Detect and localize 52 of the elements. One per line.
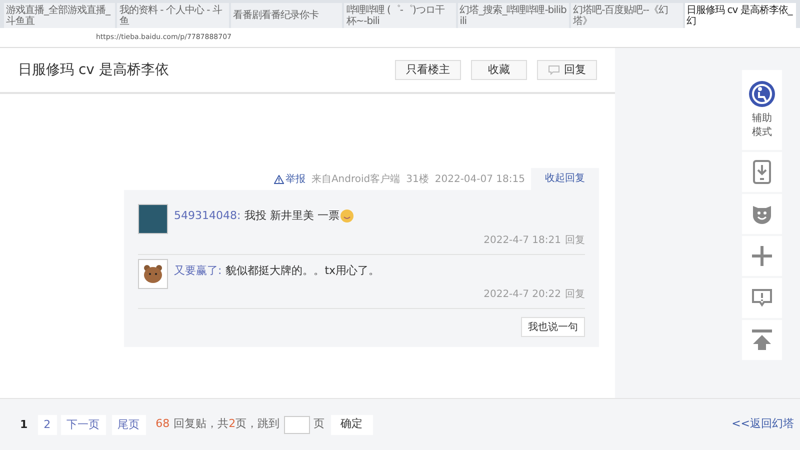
sidebar-tool-button[interactable] [742, 278, 782, 318]
plus-icon [751, 245, 773, 267]
sidebar-tool-button[interactable] [742, 236, 782, 276]
bear-avatar-icon [138, 258, 168, 288]
browser-tab[interactable]: 看番剧看番纪录你卡 [230, 3, 342, 28]
thread-action-button[interactable]: 收藏 [471, 60, 527, 80]
add-comment-button[interactable]: 我也说一句 [521, 317, 585, 337]
back-to-forum-link[interactable]: <<返回幻塔 [732, 416, 794, 433]
next-page-link[interactable]: 下一页 [60, 414, 106, 434]
confirm-button[interactable]: 确定 [330, 414, 373, 434]
reply-time: 2022-4-7 18:21 [484, 234, 561, 248]
phone-download-icon [752, 160, 772, 184]
post-time: 2022-04-07 18:15 [434, 172, 525, 186]
avatar-placeholder [138, 204, 168, 234]
sidebar-tool-button[interactable] [742, 194, 782, 234]
jump-label: 页，跳到 [236, 416, 280, 432]
browser-tab[interactable]: 日服修玛 cv 是高桥李依_幻 [684, 3, 796, 28]
feedback-icon [751, 288, 773, 308]
page-input[interactable] [284, 416, 310, 434]
assist-mode-label: 辅助模式 [751, 112, 773, 140]
back-to-top-icon [751, 329, 773, 351]
reply-username[interactable]: 又要赢了: [174, 262, 222, 279]
last-page-link[interactable]: 尾页 [112, 414, 146, 434]
reply-time: 2022-4-7 20:22 [484, 288, 561, 302]
smiley-face-icon [751, 203, 773, 225]
thread-title: 日服修玛 cv 是高桥李依 [18, 60, 170, 80]
post-source: 来自Android客户端 [311, 172, 400, 186]
reply-count: 68 [156, 416, 170, 432]
browser-tab[interactable]: 幻塔吧-百度贴吧--《幻塔》 [571, 3, 683, 28]
page-total: 2 [228, 416, 236, 432]
collapse-replies-link[interactable]: 收起回复 [531, 168, 599, 190]
warning-icon [274, 174, 284, 184]
page-link[interactable]: 2 [38, 414, 57, 434]
reply-text: 我投 新井里美 一票 [244, 208, 340, 224]
accessibility-icon [748, 80, 776, 108]
browser-tab[interactable]: 游戏直播_全部游戏直播_斗鱼直 [4, 3, 116, 28]
page-unit: 页 [314, 416, 325, 432]
thread-action-button[interactable]: 回复 [537, 60, 597, 80]
page-link[interactable]: 1 [14, 414, 34, 434]
sidebar-tool-button[interactable] [742, 320, 782, 360]
thread-action-button[interactable]: 只看楼主 [395, 60, 461, 80]
reply-text: 貌似都挺大牌的。。tx用心了。 [226, 262, 380, 278]
browser-tab[interactable]: 幻塔_搜索_哔哩哔哩-bilibili [458, 3, 570, 28]
reply-username[interactable]: 549314048: [174, 208, 241, 224]
reply-count-label: 回复贴，共 [174, 416, 229, 432]
browser-tab[interactable]: 我的资料 - 个人中心 - 斗鱼 [117, 3, 229, 28]
report-link[interactable]: 举报 [285, 172, 306, 186]
assist-mode-button[interactable]: 辅助模式 [742, 70, 782, 150]
speech-bubble-icon [548, 65, 560, 75]
floor-number: 31楼 [406, 172, 429, 186]
browser-tab[interactable]: 哔哩哔哩 (゜-゜)つロ干杯~-bili [344, 3, 456, 28]
sidebar-tool-button[interactable] [742, 152, 782, 192]
